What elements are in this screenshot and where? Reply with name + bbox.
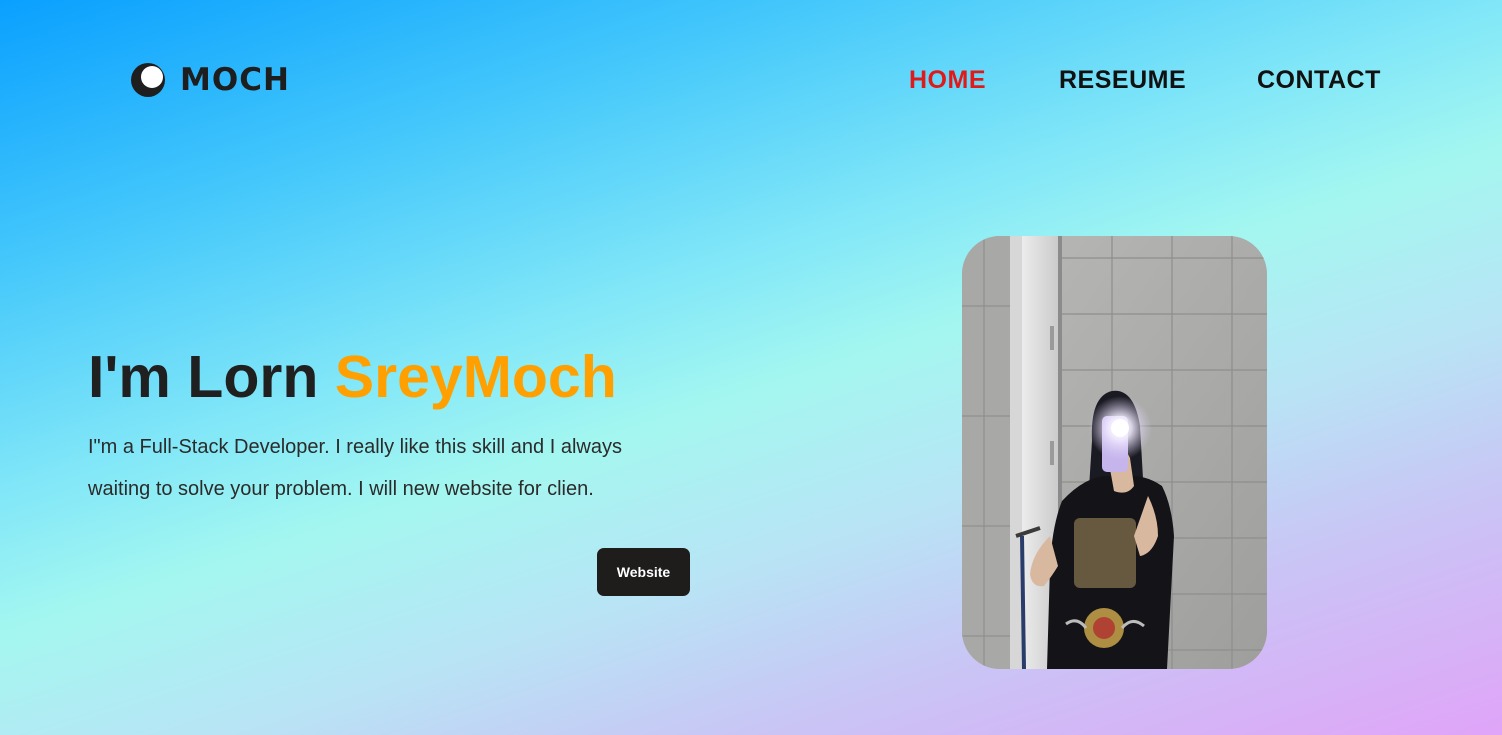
hero-title: I'm Lorn SreyMoch <box>88 343 617 411</box>
hero-title-prefix: I'm Lorn <box>88 344 335 410</box>
hero-description: I"m a Full-Stack Developer. I really lik… <box>88 436 622 500</box>
website-button[interactable]: Website <box>597 548 690 596</box>
nav-contact-link[interactable]: CONTACT <box>1257 64 1381 96</box>
nav-home-link[interactable]: HOME <box>909 64 986 96</box>
nav-resume-link[interactable]: RESEUME <box>1059 64 1186 96</box>
main-nav: HOME RESEUME CONTACT <box>0 64 1502 96</box>
hero-title-highlight: SreyMoch <box>334 344 617 410</box>
profile-photo <box>962 236 1267 669</box>
